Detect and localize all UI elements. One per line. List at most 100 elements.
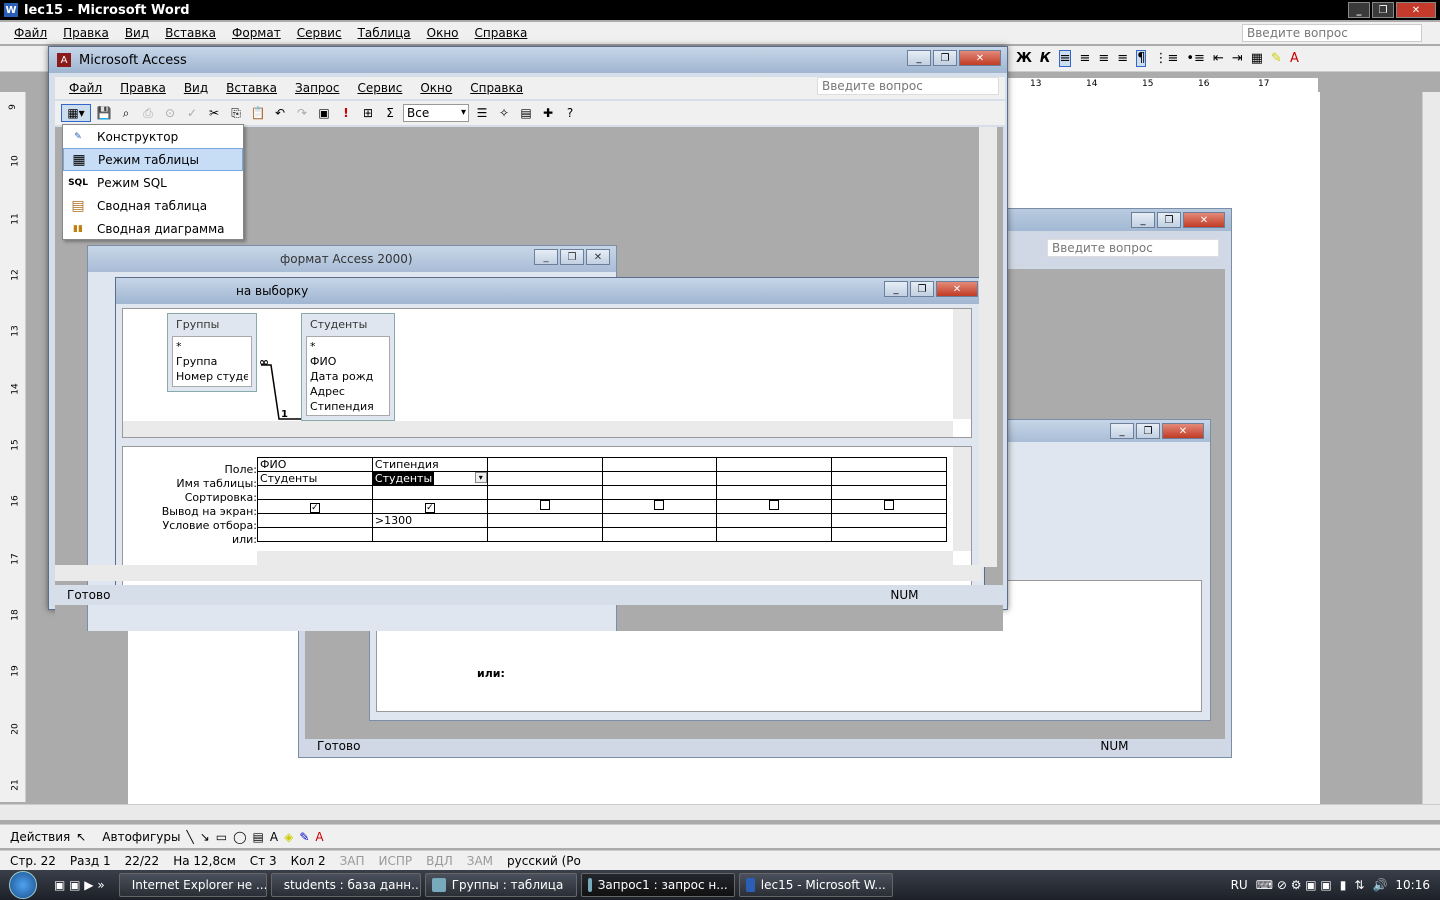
grid-cell[interactable] (257, 527, 373, 542)
grid-cell[interactable] (716, 471, 833, 486)
show-table-icon[interactable]: ⊞ (359, 104, 377, 122)
start-button[interactable] (0, 870, 46, 900)
word-menu-table[interactable]: Таблица (358, 26, 411, 40)
grid-cell[interactable] (716, 457, 833, 472)
grid-cell[interactable] (257, 513, 373, 528)
menu-item-design-view[interactable]: ✎ Конструктор (63, 125, 243, 148)
access-menu-help[interactable]: Справка (470, 81, 523, 95)
font-color-icon[interactable]: A (1290, 51, 1299, 66)
show-checkbox[interactable] (884, 500, 895, 510)
volume-icon[interactable]: 🔊 (1372, 878, 1387, 892)
word-horizontal-scrollbar[interactable] (0, 804, 1440, 820)
table-pane-vscroll[interactable] (953, 309, 971, 419)
access-menu-view[interactable]: Вид (184, 81, 208, 95)
taskbar-button-word[interactable]: lec15 - Microsoft W... (738, 873, 893, 897)
properties-icon[interactable]: ☰ (473, 104, 491, 122)
line-color-icon[interactable]: ✎ (299, 830, 309, 844)
access-vertical-scrollbar[interactable] (979, 127, 997, 567)
grid-cell[interactable] (601, 513, 718, 528)
field-item[interactable]: Стипендия (310, 399, 386, 414)
status-rec[interactable]: ЗАП (340, 854, 365, 868)
spelling-icon[interactable]: ✓ (183, 104, 201, 122)
grid-vscroll[interactable] (953, 447, 971, 551)
word-menu-file[interactable]: Файл (14, 26, 47, 40)
redo-icon[interactable]: ↷ (293, 104, 311, 122)
word-restore-button[interactable]: ❐ (1372, 2, 1394, 18)
taskbar-button-groups-table[interactable]: Группы : таблица (424, 873, 577, 897)
taskbar-button-ie[interactable]: Internet Explorer не ... (118, 873, 267, 897)
access-horizontal-scrollbar[interactable] (55, 565, 981, 581)
access-help-input[interactable]: Введите вопрос (817, 77, 999, 95)
grid-cell[interactable] (716, 527, 833, 542)
access-menu-edit[interactable]: Правка (120, 81, 166, 95)
menu-item-pivot-table[interactable]: ▤ Сводная таблица (63, 194, 243, 217)
menu-item-pivot-chart[interactable]: ▮▮ Сводная диаграмма (63, 217, 243, 240)
word-vertical-scrollbar[interactable] (1422, 92, 1440, 804)
grid-cell[interactable]: >1300 (371, 513, 488, 528)
rectangle-icon[interactable]: ▭ (216, 830, 227, 844)
table-pane-hscroll[interactable] (123, 421, 953, 437)
close-button[interactable]: ✕ (1162, 423, 1204, 439)
field-item[interactable]: * (310, 339, 386, 354)
access-menu-query[interactable]: Запрос (295, 81, 339, 95)
field-item[interactable]: Адрес (310, 384, 386, 399)
restore-button[interactable]: ❐ (560, 249, 584, 265)
status-ext[interactable]: ВДЛ (426, 854, 453, 868)
justify-icon[interactable]: ≡ (1117, 51, 1128, 66)
grid-cell[interactable] (831, 485, 947, 500)
word-menu-edit[interactable]: Правка (63, 26, 109, 40)
run-icon[interactable]: ! (337, 104, 355, 122)
bold-icon[interactable]: Ж (1016, 51, 1032, 66)
grid-cell[interactable] (601, 485, 718, 500)
grid-cell[interactable] (601, 471, 718, 486)
help-icon[interactable]: ? (561, 104, 579, 122)
borders-icon[interactable]: ▦ (1251, 51, 1263, 66)
field-item[interactable]: Номер студент (176, 369, 248, 384)
grid-cell[interactable] (486, 457, 603, 472)
copy-icon[interactable]: ⎘ (227, 104, 245, 122)
status-ovr[interactable]: ЗАМ (467, 854, 493, 868)
cut-icon[interactable]: ✂ (205, 104, 223, 122)
word-menu-tools[interactable]: Сервис (297, 26, 342, 40)
word-close-button[interactable]: ✕ (1396, 2, 1436, 18)
field-list-groups[interactable]: Группы * Группа Номер студент (167, 313, 257, 392)
show-checkbox[interactable] (769, 500, 780, 510)
field-item[interactable]: Группа (176, 354, 248, 369)
close-button[interactable]: ✕ (1183, 212, 1225, 228)
database-window-icon[interactable]: ▤ (517, 104, 535, 122)
field-item[interactable]: ФИО (310, 354, 386, 369)
close-button[interactable]: ✕ (586, 249, 610, 265)
restore-button[interactable]: ❐ (933, 50, 957, 66)
clock[interactable]: 10:16 (1395, 878, 1430, 892)
line-icon[interactable]: ╲ (186, 830, 193, 844)
totals-icon[interactable]: Σ (381, 104, 399, 122)
font-color-draw-icon[interactable]: A (315, 830, 323, 844)
menu-item-datasheet-view[interactable]: ▦ Режим таблицы (63, 148, 243, 171)
highlight-icon[interactable]: ✎ (1271, 51, 1282, 66)
query-design-window[interactable]: на выборку _ ❐ ✕ Группы * Группа Номер сту… (115, 277, 985, 589)
paste-icon[interactable]: 📋 (249, 104, 267, 122)
top-values-select[interactable]: Все (403, 104, 469, 122)
word-menu-insert[interactable]: Вставка (165, 26, 216, 40)
background-help-input[interactable]: Введите вопрос (1047, 239, 1219, 257)
indent-icon[interactable]: ⇤ (1213, 51, 1224, 66)
numbering-icon[interactable]: ⋮≡ (1154, 51, 1178, 66)
grid-cell[interactable] (831, 513, 947, 528)
arrow-icon[interactable]: ↘ (200, 830, 210, 844)
menu-item-sql-view[interactable]: SQL Режим SQL (63, 171, 243, 194)
restore-button[interactable]: ❐ (910, 281, 934, 297)
grid-cell[interactable] (831, 457, 947, 472)
fill-color-icon[interactable]: ◈ (284, 830, 293, 844)
show-checkbox[interactable] (539, 500, 550, 510)
textbox-icon[interactable]: ▤ (253, 830, 264, 844)
grid-cell[interactable] (601, 457, 718, 472)
bullets-icon[interactable]: •≡ (1186, 51, 1205, 66)
align-center-icon[interactable]: ≡ (1079, 51, 1090, 66)
close-button[interactable]: ✕ (936, 281, 978, 297)
draw-actions-menu[interactable]: Действия (10, 830, 70, 844)
word-help-search-input[interactable]: Введите вопрос (1242, 24, 1422, 42)
field-list-students[interactable]: Студенты * ФИО Дата рожд Адрес Стипендия (301, 313, 395, 421)
print-preview-icon[interactable]: ⊙ (161, 104, 179, 122)
print-icon[interactable]: ⎙ (139, 104, 157, 122)
word-menu-view[interactable]: Вид (125, 26, 149, 40)
